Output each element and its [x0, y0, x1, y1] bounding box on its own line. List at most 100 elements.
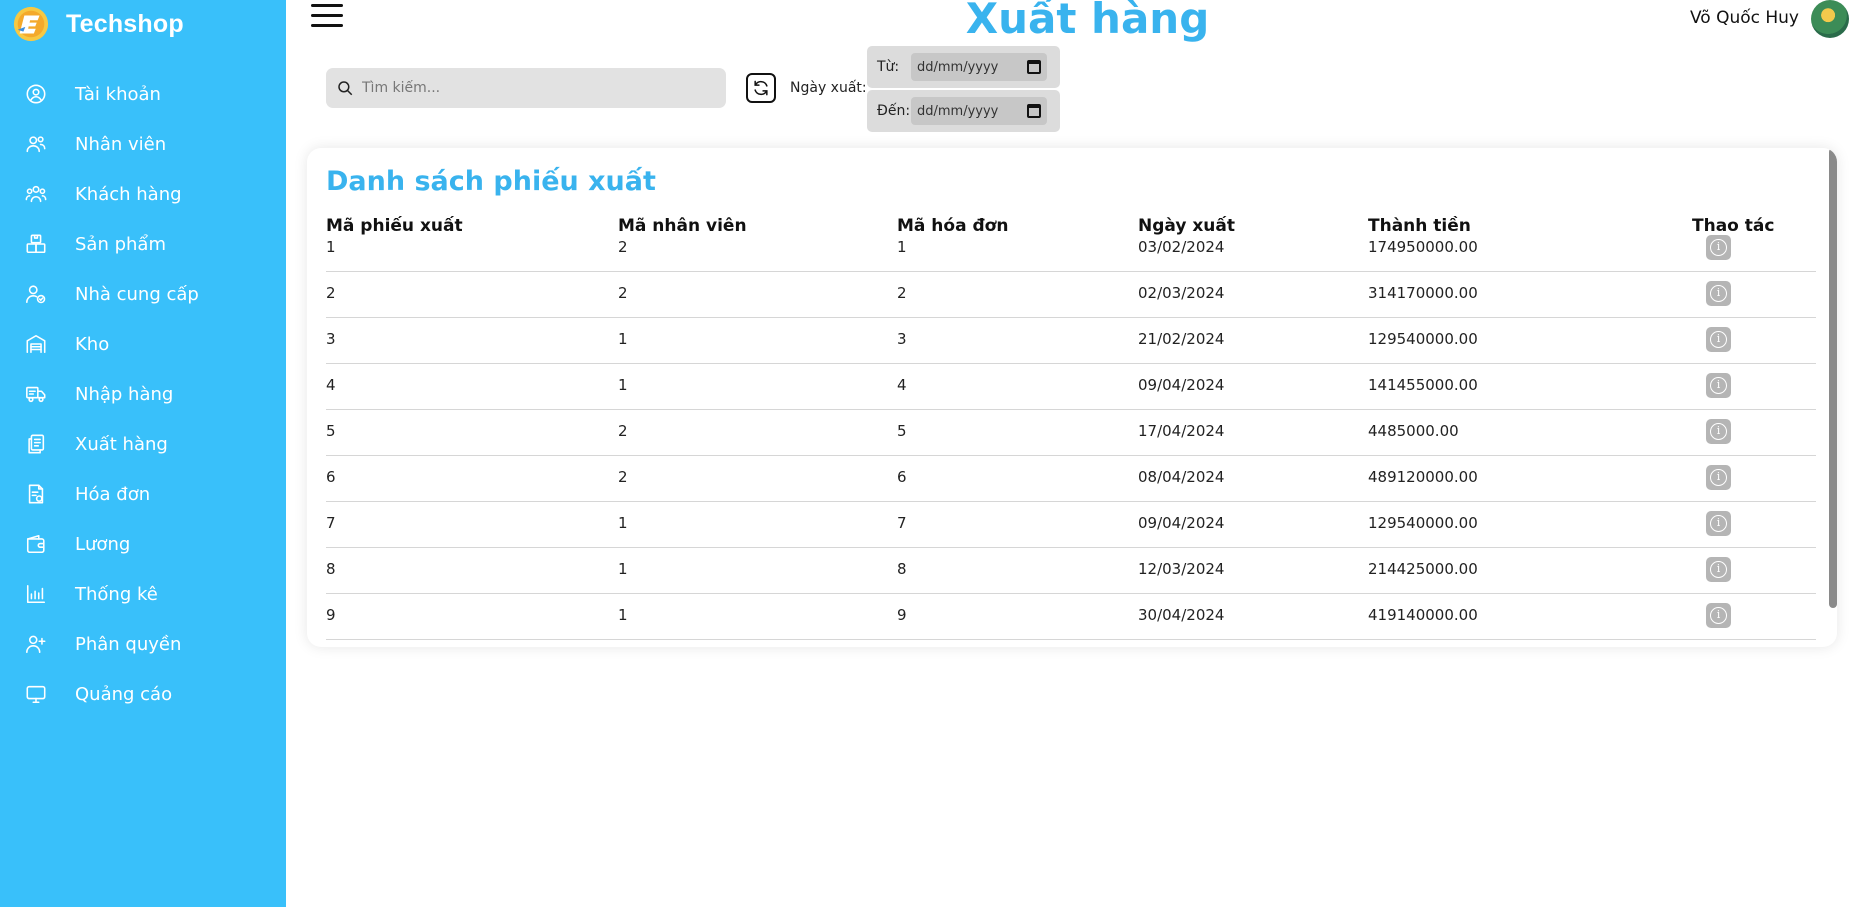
- date-from-group: Từ: dd/mm/yyyy: [867, 46, 1060, 88]
- supplier-icon: [26, 285, 46, 304]
- sidebar-item-nha-cung-cap[interactable]: Nhà cung cấp: [0, 269, 286, 319]
- view-details-button[interactable]: i: [1706, 603, 1731, 628]
- column-header: Ngày xuất: [1138, 216, 1236, 236]
- sidebar-item-label: Nhà cung cấp: [75, 283, 199, 305]
- sidebar-item-khach-hang[interactable]: Khách hàng: [0, 169, 286, 219]
- sidebar-item-label: Quảng cáo: [75, 683, 173, 705]
- table-cell: 02/03/2024: [1138, 284, 1225, 302]
- truck-icon: [26, 386, 46, 403]
- info-icon: i: [1710, 423, 1727, 440]
- table-cell: 8: [897, 560, 907, 578]
- table-row: 1 2 1 03/02/2024 174950000.00 i: [326, 235, 1816, 272]
- menu-toggle-button[interactable]: [311, 4, 343, 30]
- view-details-button[interactable]: i: [1706, 327, 1731, 352]
- sidebar-item-label: Khách hàng: [75, 183, 182, 205]
- table-cell: 08/04/2024: [1138, 468, 1225, 486]
- table-cell: 1: [618, 606, 628, 624]
- table-cell: 6: [897, 468, 907, 486]
- table-cell: 09/04/2024: [1138, 514, 1225, 532]
- scrollbar[interactable]: [1829, 148, 1837, 608]
- column-header: Mã hóa đơn: [897, 216, 1009, 236]
- table-cell: 5: [326, 422, 336, 440]
- brand-name: Techshop: [66, 9, 184, 38]
- table-row: 4 1 4 09/04/2024 141455000.00 i: [326, 364, 1816, 410]
- sidebar-item-label: Nhân viên: [75, 133, 167, 155]
- date-from-input[interactable]: dd/mm/yyyy: [911, 53, 1047, 81]
- date-to-group: Đến: dd/mm/yyyy: [867, 90, 1060, 132]
- table-body: 1 2 1 03/02/2024 174950000.00 i 2 2 2 02/03/2024 3…: [326, 235, 1816, 640]
- table-cell: 129540000.00: [1368, 514, 1478, 532]
- sidebar-item-luong[interactable]: Lương: [0, 519, 286, 569]
- view-details-button[interactable]: i: [1706, 281, 1731, 306]
- sidebar-item-label: Phân quyền: [75, 633, 182, 655]
- monitor-icon: [26, 685, 46, 704]
- info-icon: i: [1710, 239, 1727, 256]
- table-cell: 12/03/2024: [1138, 560, 1225, 578]
- sidebar-item-hoa-don[interactable]: Hóa đơn: [0, 469, 286, 519]
- refresh-button[interactable]: [746, 73, 776, 103]
- sidebar-item-tai-khoan[interactable]: Tài khoản: [0, 69, 286, 119]
- brand[interactable]: Techshop: [12, 4, 184, 44]
- table-cell: 2: [897, 284, 907, 302]
- table-cell: 2: [618, 468, 628, 486]
- sidebar-item-kho[interactable]: Kho: [0, 319, 286, 369]
- table-cell: 2: [326, 284, 336, 302]
- info-icon: i: [1710, 607, 1727, 624]
- table-cell: 9: [897, 606, 907, 624]
- avatar[interactable]: [1811, 0, 1849, 38]
- view-details-button[interactable]: i: [1706, 465, 1731, 490]
- table-cell: 174950000.00: [1368, 238, 1478, 256]
- table-cell: 2: [618, 422, 628, 440]
- info-icon: i: [1710, 469, 1727, 486]
- view-details-button[interactable]: i: [1706, 557, 1731, 582]
- table-row: 9 1 9 30/04/2024 419140000.00 i: [326, 594, 1816, 640]
- date-to-input[interactable]: dd/mm/yyyy: [911, 97, 1047, 125]
- sidebar-item-quang-cao[interactable]: Quảng cáo: [0, 669, 286, 719]
- refresh-icon: [754, 80, 768, 96]
- table-cell: 141455000.00: [1368, 376, 1478, 394]
- table-cell: 3: [897, 330, 907, 348]
- table-cell: 1: [618, 514, 628, 532]
- view-details-button[interactable]: i: [1706, 373, 1731, 398]
- calendar-icon[interactable]: [1027, 60, 1041, 74]
- column-header: Mã nhân viên: [618, 216, 747, 236]
- info-icon: i: [1710, 377, 1727, 394]
- sidebar-item-san-pham[interactable]: Sản phẩm: [0, 219, 286, 269]
- sidebar-item-label: Kho: [75, 333, 110, 355]
- table-cell: 9: [326, 606, 336, 624]
- info-icon: i: [1710, 331, 1727, 348]
- sidebar: Techshop Tài khoản Nhân viên Khách hàng …: [0, 0, 286, 907]
- table-cell: 4: [897, 376, 907, 394]
- table-cell: 314170000.00: [1368, 284, 1478, 302]
- table-cell: 2: [618, 284, 628, 302]
- sidebar-item-thong-ke[interactable]: Thống kê: [0, 569, 286, 619]
- table-cell: 419140000.00: [1368, 606, 1478, 624]
- hamburger-line: [311, 4, 343, 7]
- customers-icon: [25, 185, 47, 203]
- sidebar-nav: Tài khoản Nhân viên Khách hàng Sản phẩm …: [0, 69, 286, 719]
- sidebar-item-nhan-vien[interactable]: Nhân viên: [0, 119, 286, 169]
- search-input[interactable]: [362, 80, 702, 96]
- sidebar-item-phan-quyen[interactable]: Phân quyền: [0, 619, 286, 669]
- calendar-icon[interactable]: [1027, 104, 1041, 118]
- search-icon: [338, 81, 353, 96]
- documents-icon: [28, 434, 45, 454]
- date-filter-label: Ngày xuất:: [790, 80, 867, 96]
- table-cell: 1: [618, 560, 628, 578]
- table-row: 5 2 5 17/04/2024 4485000.00 i: [326, 410, 1816, 456]
- sidebar-item-nhap-hang[interactable]: Nhập hàng: [0, 369, 286, 419]
- view-details-button[interactable]: i: [1706, 419, 1731, 444]
- info-icon: i: [1710, 515, 1727, 532]
- user-name[interactable]: Võ Quốc Huy: [1690, 8, 1799, 28]
- table-cell: 03/02/2024: [1138, 238, 1225, 256]
- table-cell: 489120000.00: [1368, 468, 1478, 486]
- view-details-button[interactable]: i: [1706, 235, 1731, 260]
- warehouse-icon: [26, 334, 46, 354]
- sidebar-item-xuat-hang[interactable]: Xuất hàng: [0, 419, 286, 469]
- boxes-icon: [26, 234, 46, 254]
- view-details-button[interactable]: i: [1706, 511, 1731, 536]
- table-cell: 6: [326, 468, 336, 486]
- hamburger-line: [311, 24, 343, 27]
- table-cell: 1: [326, 238, 336, 256]
- column-header: Mã phiếu xuất: [326, 216, 463, 236]
